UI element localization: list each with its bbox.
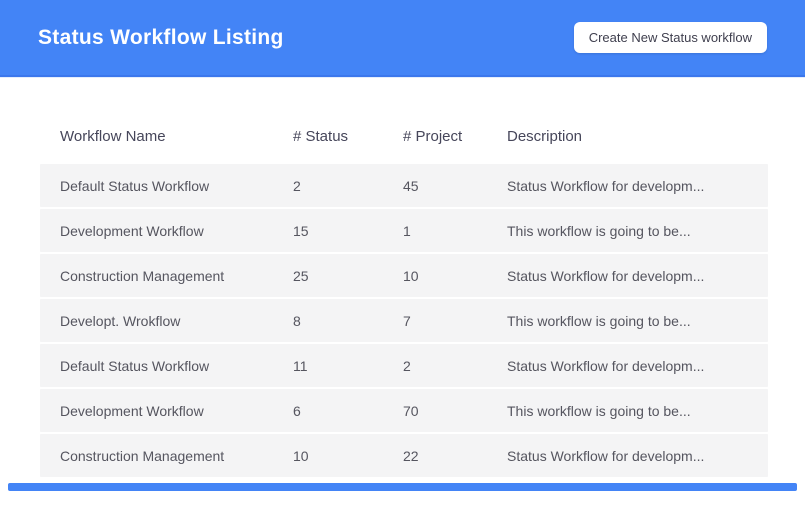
column-header-status-count: # Status	[293, 128, 403, 145]
project-count-cell: 7	[403, 313, 507, 329]
description-cell: Status Workflow for developm...	[507, 448, 768, 464]
footer-bar	[8, 483, 797, 491]
table-row[interactable]: Developt. Wrokflow 8 7 This workflow is …	[40, 299, 768, 342]
status-count-cell: 10	[293, 448, 403, 464]
table-header-row: Workflow Name # Status # Project Descrip…	[40, 77, 768, 164]
description-cell: This workflow is going to be...	[507, 223, 768, 239]
project-count-cell: 45	[403, 178, 507, 194]
table-row[interactable]: Construction Management 25 10 Status Wor…	[40, 254, 768, 297]
workflow-table: Workflow Name # Status # Project Descrip…	[0, 77, 805, 477]
project-count-cell: 70	[403, 403, 507, 419]
app-header: Status Workflow Listing Create New Statu…	[0, 0, 805, 77]
table-row[interactable]: Development Workflow 6 70 This workflow …	[40, 389, 768, 432]
project-count-cell: 10	[403, 268, 507, 284]
page: Status Workflow Listing Create New Statu…	[0, 0, 805, 520]
project-count-cell: 1	[403, 223, 507, 239]
project-count-cell: 2	[403, 358, 507, 374]
status-count-cell: 6	[293, 403, 403, 419]
workflow-name-cell: Construction Management	[60, 268, 293, 284]
workflow-name-cell: Default Status Workflow	[60, 178, 293, 194]
status-count-cell: 8	[293, 313, 403, 329]
description-cell: This workflow is going to be...	[507, 403, 768, 419]
create-new-status-workflow-button[interactable]: Create New Status workflow	[574, 22, 767, 53]
status-count-cell: 15	[293, 223, 403, 239]
table-row[interactable]: Default Status Workflow 11 2 Status Work…	[40, 344, 768, 387]
description-cell: Status Workflow for developm...	[507, 358, 768, 374]
table-row[interactable]: Default Status Workflow 2 45 Status Work…	[40, 164, 768, 207]
description-cell: This workflow is going to be...	[507, 313, 768, 329]
workflow-name-cell: Default Status Workflow	[60, 358, 293, 374]
description-cell: Status Workflow for developm...	[507, 268, 768, 284]
workflow-name-cell: Development Workflow	[60, 403, 293, 419]
column-header-project-count: # Project	[403, 128, 507, 145]
table-row[interactable]: Construction Management 10 22 Status Wor…	[40, 434, 768, 477]
workflow-name-cell: Developt. Wrokflow	[60, 313, 293, 329]
workflow-name-cell: Development Workflow	[60, 223, 293, 239]
project-count-cell: 22	[403, 448, 507, 464]
page-title: Status Workflow Listing	[38, 26, 284, 50]
status-count-cell: 25	[293, 268, 403, 284]
column-header-workflow-name: Workflow Name	[60, 128, 293, 145]
table-row[interactable]: Development Workflow 15 1 This workflow …	[40, 209, 768, 252]
status-count-cell: 2	[293, 178, 403, 194]
column-header-description: Description	[507, 128, 768, 145]
status-count-cell: 11	[293, 358, 403, 374]
description-cell: Status Workflow for developm...	[507, 178, 768, 194]
workflow-name-cell: Construction Management	[60, 448, 293, 464]
